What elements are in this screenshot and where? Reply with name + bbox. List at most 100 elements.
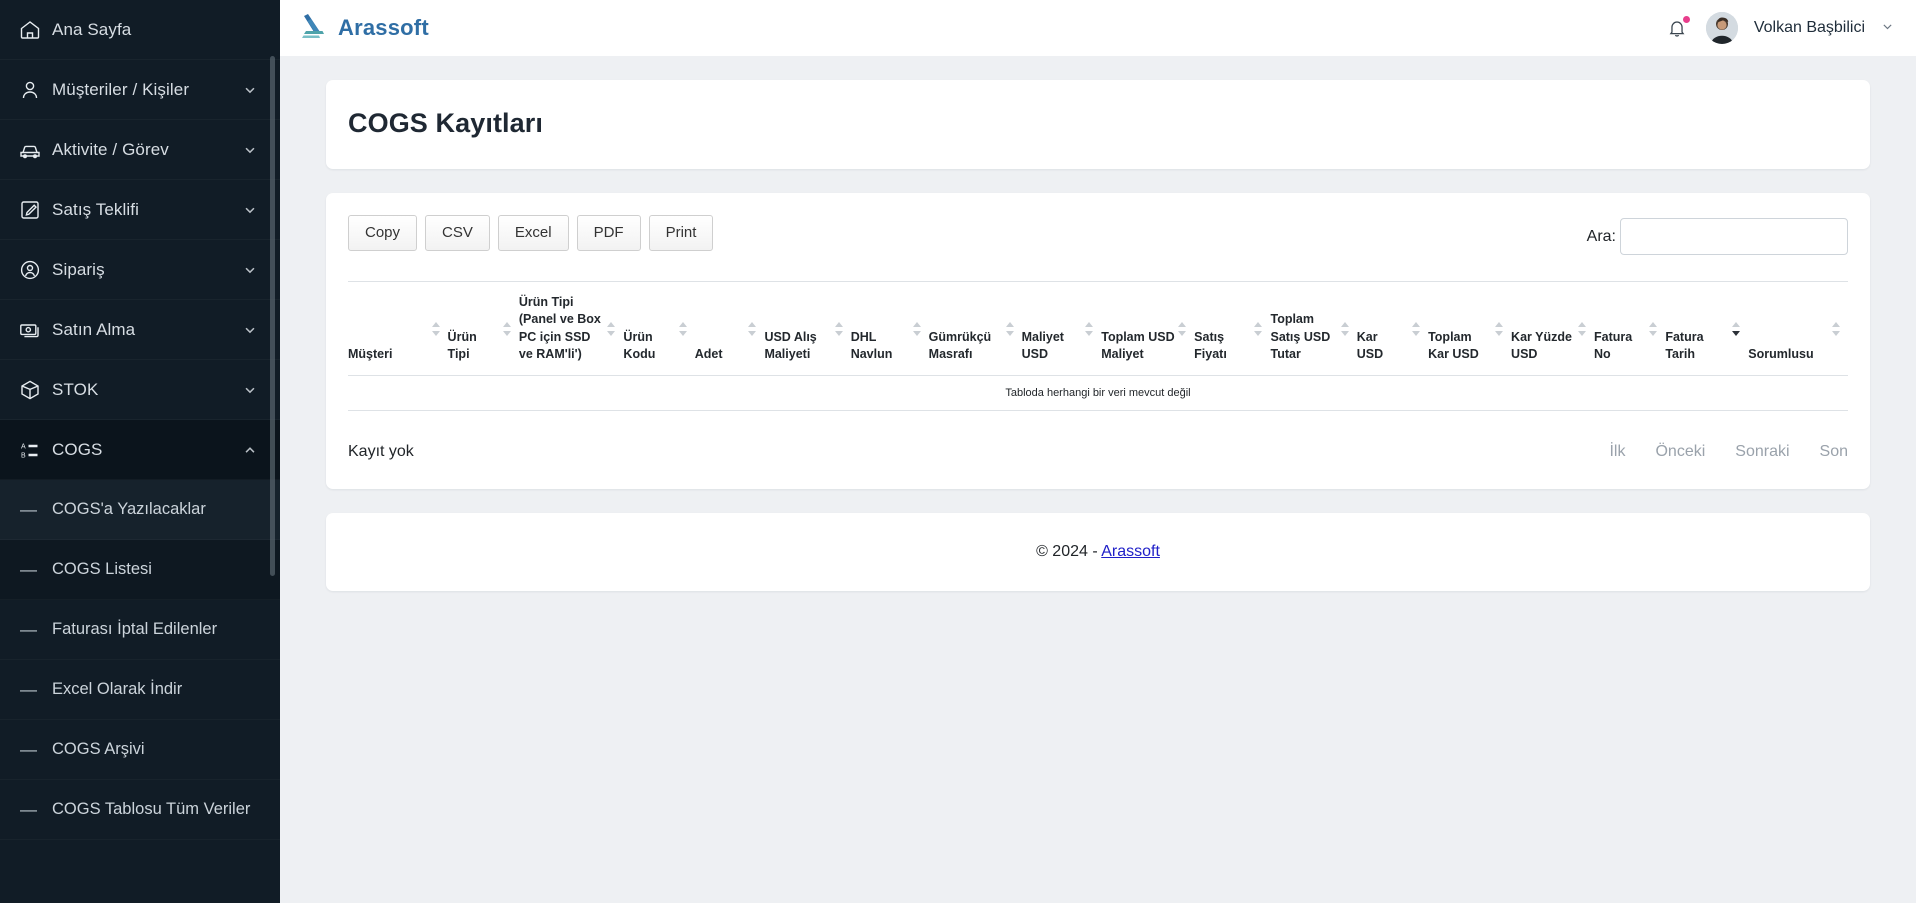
column-label: DHL Navlun	[850, 329, 893, 361]
sort-indicator[interactable]	[1178, 321, 1187, 337]
sidebar-subitem-label: COGS Arşivi	[52, 740, 145, 758]
sidebar-item-musteriler-kisiler[interactable]: Müşteriler / Kişiler	[0, 60, 280, 120]
avatar[interactable]	[1705, 12, 1738, 44]
chevron-down-icon[interactable]	[242, 83, 258, 97]
chevron-down-icon[interactable]	[242, 143, 258, 157]
pagination-last[interactable]: Son	[1820, 443, 1848, 461]
sidebar-item-cogs[interactable]: A B COGS	[0, 420, 280, 480]
dash-icon: —	[20, 559, 37, 579]
sidebar-subitem-cogs-tablosu-tum-veriler[interactable]: — COGS Tablosu Tüm Veriler	[0, 780, 280, 840]
app-root: Ana Sayfa Müşteriler / Kişiler Aktivite …	[0, 0, 1916, 903]
chevron-down-icon[interactable]	[242, 203, 258, 217]
table-empty-row: Tabloda herhangi bir veri mevcut değil	[348, 375, 1848, 411]
column-label: Satış Fiyatı	[1194, 329, 1227, 361]
pagination-next[interactable]: Sonraki	[1735, 443, 1789, 461]
pagination: İlk Önceki Sonraki Son	[1609, 443, 1848, 461]
sort-indicator[interactable]	[1578, 321, 1586, 337]
chevron-down-icon[interactable]	[1881, 20, 1894, 36]
sort-indicator-active[interactable]	[1732, 321, 1741, 337]
sort-indicator[interactable]	[1495, 321, 1504, 337]
pdf-button[interactable]: PDF	[576, 215, 641, 251]
column-header-satis-fiyati[interactable]: Satış Fiyatı	[1194, 281, 1271, 376]
sidebar-subitem-cogs-arsivi[interactable]: — COGS Arşivi	[0, 720, 280, 780]
column-label: USD Alış Maliyeti	[764, 329, 817, 361]
column-header-gumrukcu-masrafi[interactable]: Gümrükçü Masrafı	[928, 281, 1022, 376]
brand-name: Arassoft	[338, 15, 429, 40]
search-label: Ara:	[1586, 227, 1616, 245]
sort-indicator[interactable]	[1085, 321, 1094, 337]
sidebar-item-ana-sayfa[interactable]: Ana Sayfa	[0, 0, 280, 60]
pagination-first[interactable]: İlk	[1609, 443, 1625, 461]
sort-indicator[interactable]	[1412, 321, 1421, 337]
column-header-kar-usd[interactable]: Kar USD	[1356, 281, 1429, 376]
csv-button[interactable]: CSV	[425, 215, 490, 251]
sidebar-subitem-faturasi-iptal-edilenler[interactable]: — Faturası İptal Edilenler	[0, 600, 280, 660]
sidebar-item-label: Sipariş	[52, 259, 105, 279]
sidebar-subitem-cogs-listesi[interactable]: — COGS Listesi	[0, 540, 280, 600]
chevron-down-icon[interactable]	[242, 263, 258, 277]
sort-indicator[interactable]	[912, 321, 921, 337]
sidebar-item-stok[interactable]: STOK	[0, 360, 280, 420]
search-input[interactable]	[1620, 218, 1848, 255]
user-name[interactable]: Volkan Başbilici	[1754, 19, 1865, 37]
brand[interactable]: Arassoft	[280, 12, 560, 45]
page-title-card: COGS Kayıtları	[326, 80, 1870, 169]
sort-indicator[interactable]	[1649, 321, 1658, 337]
sidebar-scrollbar[interactable]	[270, 56, 275, 576]
sidebar: Ana Sayfa Müşteriler / Kişiler Aktivite …	[0, 0, 280, 903]
chevron-down-icon[interactable]	[242, 383, 258, 397]
column-label: Kar Yüzde USD	[1511, 329, 1572, 361]
sidebar-subitem-cogsa-yazilacaklar[interactable]: — COGS'a Yazılacaklar	[0, 480, 280, 540]
dash-icon: —	[20, 679, 37, 699]
footer-link[interactable]: Arassoft	[1101, 543, 1160, 560]
column-label: Sorumlusu	[1748, 346, 1814, 361]
column-header-usd-alis-maliyeti[interactable]: USD Alış Maliyeti	[764, 281, 851, 376]
sort-indicator[interactable]	[834, 321, 843, 337]
sidebar-item-label: STOK	[52, 379, 99, 399]
datatable-toolbar: Copy CSV Excel PDF Print Ara:	[348, 215, 1848, 255]
column-header-kar-yuzde-usd[interactable]: Kar Yüzde USD	[1511, 281, 1594, 376]
column-header-fatura-no[interactable]: Fatura No	[1594, 281, 1666, 376]
column-header-urun-tipi-panel[interactable]: Ürün Tipi (Panel ve Box PC için SSD ve R…	[518, 281, 624, 376]
column-header-fatura-tarih[interactable]: Fatura Tarih	[1665, 281, 1749, 376]
sort-indicator[interactable]	[748, 321, 757, 337]
sidebar-item-satis-teklifi[interactable]: Satış Teklifi	[0, 180, 280, 240]
sort-indicator[interactable]	[431, 321, 440, 337]
sidebar-item-satin-alma[interactable]: Satın Alma	[0, 300, 280, 360]
sidebar-subitem-label: COGS'a Yazılacaklar	[52, 500, 206, 518]
copy-button[interactable]: Copy	[348, 215, 418, 251]
column-header-toplam-usd-maliyet[interactable]: Toplam USD Maliyet	[1101, 281, 1195, 376]
column-header-urun-kodu[interactable]: Ürün Kodu	[623, 281, 695, 376]
sort-indicator[interactable]	[1340, 321, 1349, 337]
sidebar-item-siparis[interactable]: Sipariş	[0, 240, 280, 300]
column-header-adet[interactable]: Adet	[694, 281, 765, 376]
chevron-up-icon[interactable]	[242, 443, 258, 457]
sidebar-item-aktivite-gorev[interactable]: Aktivite / Görev	[0, 120, 280, 180]
sort-indicator[interactable]	[678, 321, 687, 337]
column-label: Gümrükçü Masrafı	[928, 329, 992, 361]
sort-indicator[interactable]	[1832, 321, 1840, 337]
chevron-down-icon[interactable]	[242, 323, 258, 337]
column-header-dhl-navlun[interactable]: DHL Navlun	[850, 281, 929, 376]
sidebar-subitem-excel-olarak-indir[interactable]: — Excel Olarak İndir	[0, 660, 280, 720]
pagination-previous[interactable]: Önceki	[1655, 443, 1705, 461]
bell-icon[interactable]	[1664, 15, 1690, 41]
column-header-toplam-kar-usd[interactable]: Toplam Kar USD	[1428, 281, 1512, 376]
money-icon	[18, 318, 52, 342]
column-header-urun-tipi[interactable]: Ürün Tipi	[447, 281, 519, 376]
svg-text:B: B	[21, 452, 26, 459]
sort-indicator[interactable]	[1005, 321, 1014, 337]
column-header-maliyet-usd[interactable]: Maliyet USD	[1021, 281, 1102, 376]
sort-indicator[interactable]	[607, 321, 616, 337]
main-area: Arassoft Volkan Başbilici COGS Kayıtları…	[280, 0, 1916, 903]
sort-indicator[interactable]	[1254, 321, 1263, 337]
column-header-sorumlusu[interactable]: Sorumlusu	[1748, 281, 1848, 376]
excel-button[interactable]: Excel	[497, 215, 569, 251]
print-button[interactable]: Print	[648, 215, 714, 251]
column-label: Ürün Tipi	[447, 329, 477, 361]
column-header-musteri[interactable]: Müşteri	[348, 281, 448, 376]
dash-icon: —	[20, 499, 37, 519]
sort-indicator[interactable]	[502, 321, 511, 337]
column-header-toplam-satis-usd-tutar[interactable]: Toplam Satış USD Tutar	[1270, 281, 1357, 376]
sidebar-item-label: Satın Alma	[52, 319, 136, 339]
